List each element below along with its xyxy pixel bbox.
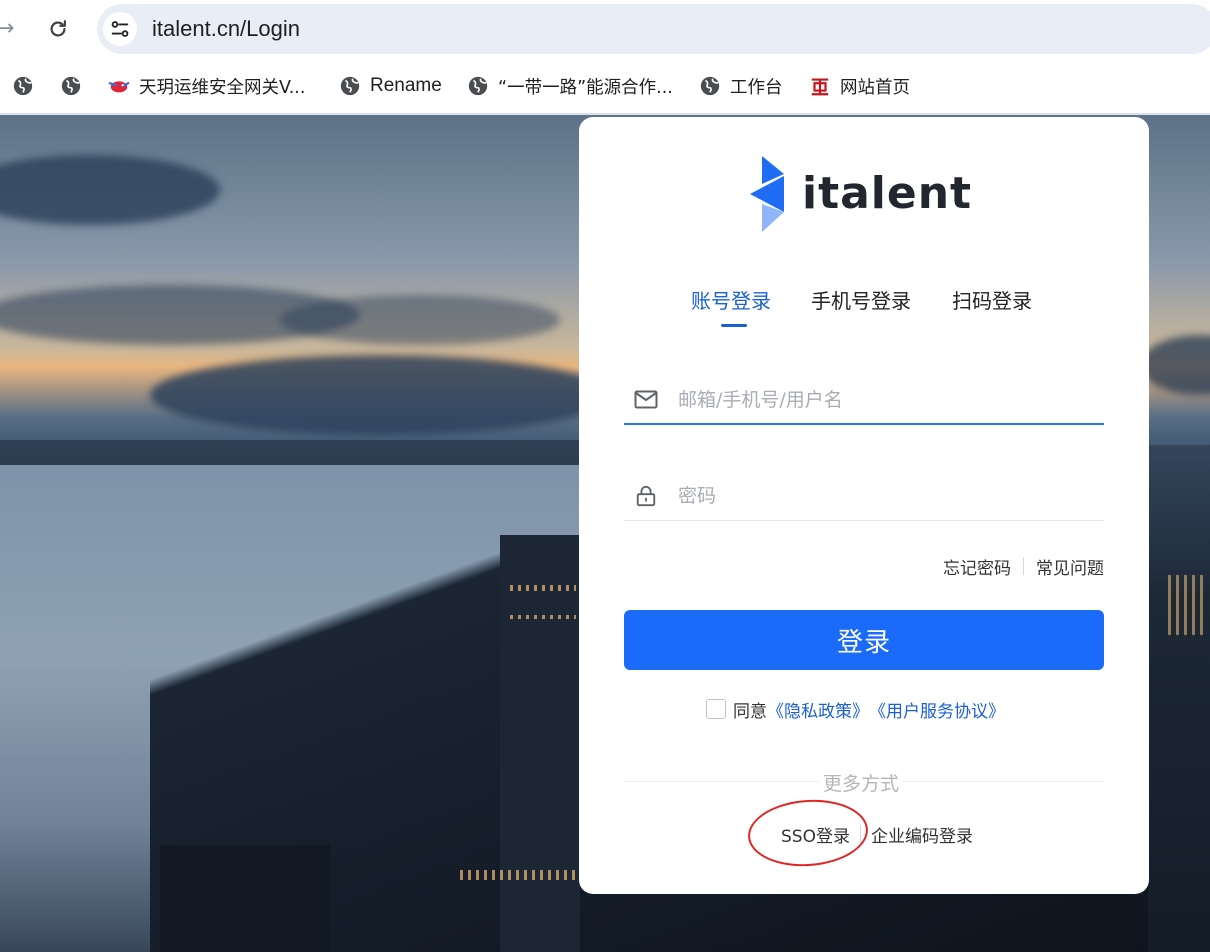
bookmark-item[interactable]: Rename (339, 72, 442, 100)
bookmark-item[interactable] (12, 72, 43, 100)
globe-icon (467, 75, 489, 97)
italent-logo-icon (750, 156, 784, 232)
bookmark-label: 天玥运维安全网关V... (139, 77, 306, 98)
tab-phone-login[interactable]: 手机号登录 (811, 287, 911, 315)
login-button[interactable]: 登录 (624, 610, 1104, 670)
italent-logo: italent (748, 153, 972, 233)
bookmark-item[interactable] (60, 72, 91, 100)
url-text[interactable]: italent.cn/Login (152, 15, 300, 43)
lock-icon (636, 485, 656, 507)
bookmark-label: 网站首页 (840, 77, 910, 98)
login-tabs: 账号登录 手机号登录 扫码登录 (579, 287, 1149, 327)
window-lights (460, 870, 580, 880)
tune-icon[interactable] (103, 12, 137, 46)
arrow-right-icon[interactable]: → (0, 14, 16, 44)
window-lights (1168, 575, 1208, 635)
bookmark-label: “一带一路”能源合作... (498, 77, 673, 98)
mail-icon (634, 390, 658, 409)
globe-icon (60, 75, 82, 97)
cloud (280, 295, 560, 345)
bookmarks-bar: 天玥运维安全网关V... Rename “一带一路”能源合作... 工作台 网站… (0, 58, 1210, 114)
agree-label: 同意 (733, 701, 767, 722)
bird-logo-icon (108, 75, 130, 97)
active-tab-indicator (721, 324, 747, 327)
cloud (1140, 335, 1210, 395)
user-agreement-link[interactable]: 《用户服务协议》 (869, 697, 1005, 722)
skyscraper (500, 535, 580, 952)
tab-qrcode-login[interactable]: 扫码登录 (952, 287, 1032, 315)
bookmark-label: Rename (370, 75, 442, 96)
username-field (624, 375, 1104, 425)
red-emblem-icon (809, 75, 831, 97)
tab-account-login[interactable]: 账号登录 (691, 287, 771, 315)
globe-icon (12, 75, 34, 97)
faq-link[interactable]: 常见问题 (1036, 554, 1104, 579)
building (160, 845, 330, 952)
bookmark-item[interactable]: 天玥运维安全网关V... (108, 72, 305, 100)
browser-toolbar: → italent.cn/Login (0, 0, 1210, 58)
enterprise-code-login-link[interactable]: 企业编码登录 (871, 822, 973, 847)
city-skyline-right (1148, 445, 1210, 952)
help-links: 忘记密码 常见问题 (579, 553, 1104, 579)
bookmark-item[interactable]: “一带一路”能源合作... (467, 72, 673, 100)
password-field (624, 471, 1104, 521)
privacy-policy-link[interactable]: 《隐私政策》 (767, 697, 869, 722)
password-input[interactable] (678, 481, 1088, 511)
reload-icon[interactable] (44, 14, 72, 44)
window-lights (510, 585, 576, 591)
globe-icon (339, 75, 361, 97)
divider (1023, 557, 1024, 575)
forgot-password-link[interactable]: 忘记密码 (943, 554, 1011, 579)
bookmark-item[interactable]: 网站首页 (809, 72, 910, 100)
globe-icon (699, 75, 721, 97)
agreement-row: 同意 《隐私政策》 《用户服务协议》 (706, 695, 1005, 723)
cloud (0, 155, 220, 225)
bookmark-label: 工作台 (730, 77, 783, 98)
address-bar[interactable]: italent.cn/Login (97, 4, 1210, 54)
logo-text: italent (802, 167, 973, 219)
bookmark-item[interactable]: 工作台 (699, 72, 783, 100)
login-card: italent 账号登录 手机号登录 扫码登录 忘记密码 常见问题 登录 同意 … (579, 117, 1149, 894)
window-lights (510, 615, 576, 619)
more-methods-label: 更多方式 (819, 769, 904, 796)
cloud (150, 355, 610, 435)
agree-checkbox[interactable] (706, 699, 726, 719)
username-input[interactable] (678, 385, 1088, 415)
